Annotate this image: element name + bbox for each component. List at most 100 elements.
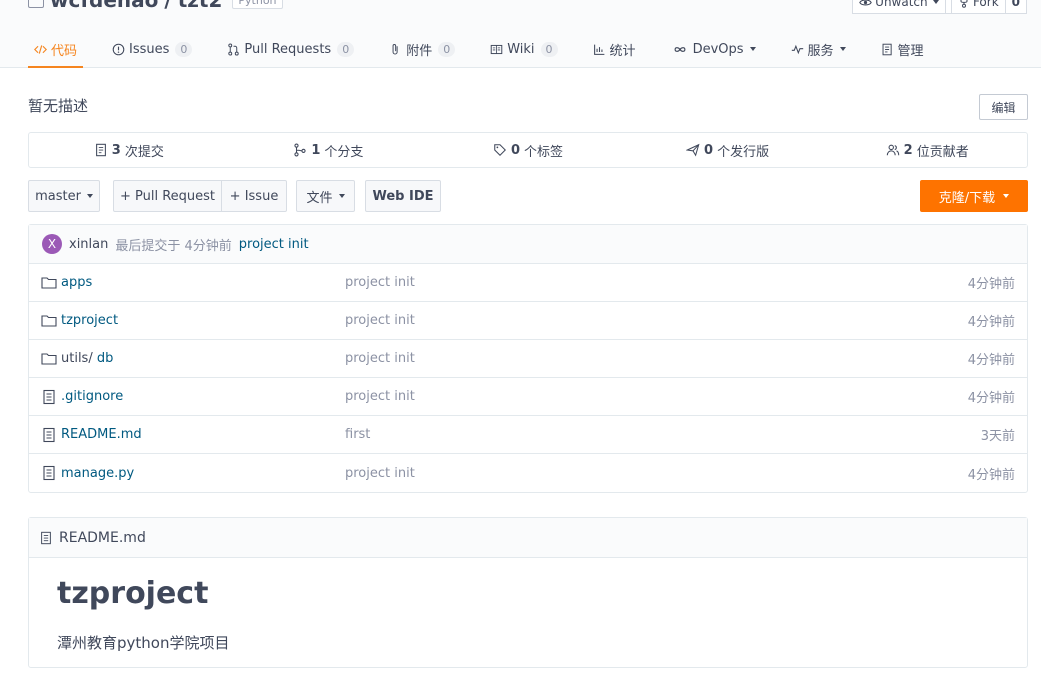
tab-label: Issues — [129, 41, 170, 57]
commit-message-link[interactable]: project init — [239, 237, 309, 252]
stat-tags[interactable]: 0 个标签 — [428, 133, 628, 167]
file-name-link[interactable]: utils/ db — [61, 351, 113, 366]
pull-request-icon — [228, 42, 240, 56]
chevron-down-icon — [749, 47, 756, 51]
avatar[interactable]: X — [42, 234, 62, 254]
stat-number: 1 — [311, 142, 321, 158]
table-row[interactable]: README.md first 3天前 — [29, 416, 1027, 454]
clone-download-button[interactable]: 克隆/下载 — [920, 180, 1028, 212]
file-commit-message[interactable]: project init — [345, 275, 415, 290]
commit-time: 最后提交于 4分钟前 — [115, 238, 232, 254]
tab-wiki[interactable]: Wiki 0 — [484, 30, 563, 68]
fork-icon — [959, 0, 968, 8]
new-issue-button[interactable]: + Issue — [221, 180, 287, 212]
tab-label: 服务 — [807, 43, 834, 59]
file-name-link[interactable]: apps — [61, 275, 92, 290]
file-menu-button[interactable]: 文件 — [296, 180, 355, 212]
stat-label: 个分支 — [324, 144, 364, 160]
tab-statistics[interactable]: 统计 — [587, 30, 642, 68]
eye-icon — [859, 0, 872, 5]
tag-icon — [494, 144, 506, 156]
table-row[interactable]: .gitignore project init 4分钟前 — [29, 378, 1027, 416]
unwatch-button[interactable]: Unwatch — [852, 0, 946, 14]
readme-body: 潭州教育python学院项目 — [57, 634, 230, 652]
tab-devops[interactable]: DevOps — [665, 30, 762, 68]
repo-description: 暂无描述 — [28, 97, 89, 115]
tab-label: 附件 — [406, 43, 433, 59]
repo-title: wcfdehao / tzt2 Python — [28, 0, 283, 12]
tab-count: 0 — [540, 41, 558, 57]
file-commit-time: 3天前 — [980, 429, 1015, 444]
table-row[interactable]: manage.py project init 4分钟前 — [29, 454, 1027, 492]
fork-group: Fork 0 — [950, 0, 1027, 14]
table-row[interactable]: apps project init 4分钟前 — [29, 264, 1027, 302]
web-ide-button[interactable]: Web IDE — [365, 180, 441, 212]
file-commit-message[interactable]: project init — [345, 389, 415, 404]
stat-number: 2 — [903, 142, 913, 158]
tab-services[interactable]: 服务 — [785, 30, 852, 68]
edit-description-button[interactable]: 编辑 — [979, 94, 1028, 120]
chevron-down-icon — [839, 47, 846, 51]
file-name: manage.py — [61, 465, 135, 481]
file-commit-time: 4分钟前 — [967, 277, 1015, 292]
stat-contributors[interactable]: 2 位贡献者 — [827, 133, 1027, 167]
file-name: README.md — [61, 427, 142, 442]
folder-icon — [41, 277, 57, 289]
readme-filename: README.md — [59, 529, 146, 546]
file-icon — [43, 427, 55, 443]
branch-select[interactable]: master — [28, 180, 100, 212]
chevron-down-icon — [338, 194, 345, 198]
issue-icon — [112, 43, 125, 55]
table-row[interactable]: tzproject project init 4分钟前 — [29, 302, 1027, 340]
tab-manage[interactable]: 管理 — [875, 30, 930, 68]
infinity-icon — [674, 46, 686, 52]
file-commit-message[interactable]: project init — [345, 466, 415, 481]
folder-icon — [41, 315, 57, 327]
stat-branches[interactable]: 1 个分支 — [229, 133, 429, 167]
stat-releases[interactable]: 0 个发行版 — [628, 133, 828, 167]
readme-panel: README.md tzproject 潭州教育python学院项目 — [28, 517, 1028, 668]
file-menu-label: 文件 — [306, 190, 333, 206]
file-commit-message[interactable]: first — [345, 427, 370, 442]
branch-icon — [294, 143, 306, 157]
stat-label: 个发行版 — [717, 144, 770, 160]
file-name-link[interactable]: README.md — [61, 427, 142, 442]
repo-name-link[interactable]: tzt2 — [178, 0, 223, 12]
repo-stats-bar: 3 次提交 1 个分支 0 个标签 0 个发行版 2 位贡献者 — [28, 132, 1028, 168]
readme-heading: tzproject — [57, 576, 209, 611]
tab-attachments[interactable]: 附件 0 — [383, 30, 461, 68]
branch-label: master — [35, 188, 81, 204]
tab-label: 统计 — [609, 43, 636, 59]
chevron-down-icon — [86, 194, 93, 198]
tab-count: 0 — [175, 41, 193, 57]
tab-label: 管理 — [897, 43, 924, 59]
commit-author[interactable]: xinlan — [69, 237, 108, 252]
tab-code[interactable]: 代码 — [28, 30, 84, 68]
table-row[interactable]: utils/ db project init 4分钟前 — [29, 340, 1027, 378]
new-pull-request-button[interactable]: + Pull Request — [113, 180, 222, 212]
stat-number: 0 — [704, 142, 714, 158]
file-commit-time: 4分钟前 — [967, 391, 1015, 406]
fork-count[interactable]: 0 — [1005, 0, 1027, 14]
book-icon — [490, 44, 503, 54]
repo-header: wcfdehao / tzt2 Python Unwatch 1 Fork 0 … — [0, 0, 1041, 68]
file-icon — [43, 389, 55, 405]
watch-group: Unwatch 1 — [852, 0, 967, 14]
file-list: X xinlan 最后提交于 4分钟前 project init apps pr… — [28, 224, 1028, 493]
tab-pull-requests[interactable]: Pull Requests 0 — [221, 30, 360, 68]
pulse-icon — [791, 44, 803, 54]
file-name: db — [96, 351, 114, 366]
tab-count: 0 — [438, 41, 456, 57]
tab-issues[interactable]: Issues 0 — [106, 30, 198, 68]
repo-owner-link[interactable]: wcfdehao — [50, 0, 158, 12]
fork-button[interactable]: Fork — [950, 0, 1006, 14]
file-name-link[interactable]: manage.py — [61, 466, 134, 481]
file-name-link[interactable]: .gitignore — [61, 389, 123, 404]
file-commit-message[interactable]: project init — [345, 313, 415, 328]
code-icon — [34, 44, 47, 54]
tab-label: DevOps — [692, 41, 744, 57]
file-commit-message[interactable]: project init — [345, 351, 415, 366]
stat-commits[interactable]: 3 次提交 — [29, 133, 229, 167]
file-name-link[interactable]: tzproject — [61, 313, 118, 328]
clone-label: 克隆/下载 — [938, 190, 996, 206]
